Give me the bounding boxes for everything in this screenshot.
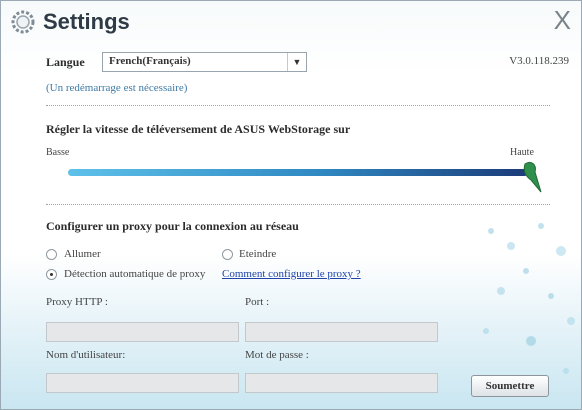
- close-button[interactable]: X: [554, 5, 571, 36]
- proxy-on-radio[interactable]: [46, 249, 57, 260]
- proxy-off-radio[interactable]: [222, 249, 233, 260]
- password-label: Mot de passe :: [245, 349, 309, 361]
- username-label: Nom d'utilisateur:: [46, 349, 126, 361]
- slider-handle[interactable]: [521, 158, 543, 194]
- proxy-auto-label: Détection automatique de proxy: [64, 268, 206, 280]
- chevron-down-icon[interactable]: ▼: [287, 53, 306, 71]
- divider: [46, 204, 550, 205]
- speed-low-label: Basse: [46, 147, 70, 158]
- language-selected-value: French(Français): [109, 55, 191, 67]
- submit-button[interactable]: Soumettre: [471, 375, 549, 397]
- proxy-http-label: Proxy HTTP :: [46, 296, 108, 308]
- speed-high-label: Haute: [510, 147, 534, 158]
- upload-speed-slider[interactable]: [68, 169, 528, 176]
- port-input[interactable]: [245, 322, 438, 342]
- proxy-help-link[interactable]: Comment configurer le proxy ?: [222, 268, 361, 280]
- language-select[interactable]: French(Français) ▼: [102, 52, 307, 72]
- proxy-on-label: Allumer: [64, 248, 101, 260]
- divider: [46, 105, 550, 106]
- version-label: V3.0.118.239: [509, 55, 569, 67]
- language-label: Langue: [46, 55, 85, 69]
- proxy-off-label: Eteindre: [239, 248, 277, 260]
- proxy-heading: Configurer un proxy pour la connexion au…: [46, 219, 299, 233]
- settings-window: Settings X Langue French(Français) ▼ V3.…: [0, 0, 582, 410]
- restart-note: (Un redémarrage est nécessaire): [46, 82, 188, 94]
- window-title: Settings: [43, 9, 130, 34]
- username-input[interactable]: [46, 373, 239, 393]
- password-input[interactable]: [245, 373, 438, 393]
- proxy-http-input[interactable]: [46, 322, 239, 342]
- proxy-auto-radio[interactable]: [46, 269, 57, 280]
- upload-speed-heading: Régler la vitesse de téléversement de AS…: [46, 122, 351, 136]
- gear-icon: [11, 10, 35, 34]
- port-label: Port :: [245, 296, 270, 308]
- title-bar: Settings X: [1, 1, 581, 41]
